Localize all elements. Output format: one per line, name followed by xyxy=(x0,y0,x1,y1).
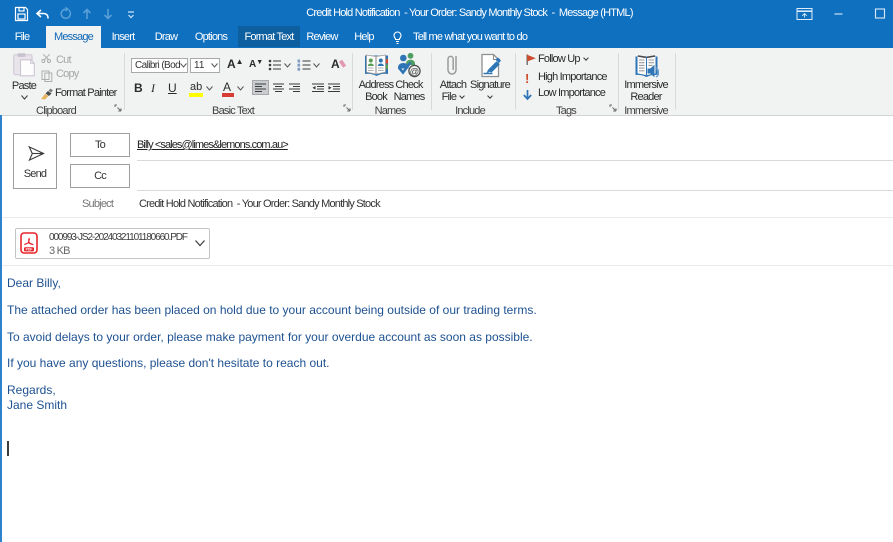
svg-text:@: @ xyxy=(410,67,420,78)
svg-text:PDF: PDF xyxy=(26,248,33,252)
